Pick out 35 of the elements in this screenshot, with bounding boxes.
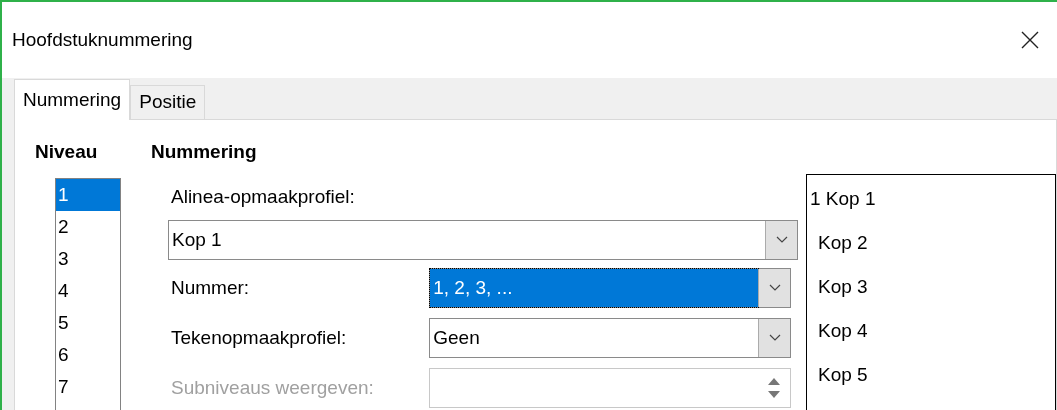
dropdown-toggle[interactable] xyxy=(758,269,790,307)
dropdown-toggle[interactable] xyxy=(758,319,790,357)
section-heading: Nummering xyxy=(151,140,258,164)
combo-value: Kop 1 xyxy=(171,227,223,252)
level-item[interactable]: 2 xyxy=(56,210,120,243)
level-heading: Niveau xyxy=(35,140,99,164)
field-label: Tekenopmaakprofiel: xyxy=(171,325,348,350)
level-item[interactable]: 6 xyxy=(56,338,120,371)
tab[interactable]: Positie xyxy=(130,85,206,119)
preview-heading: Kop 3 xyxy=(817,275,869,299)
dropdown-toggle[interactable] xyxy=(765,221,797,259)
level-item[interactable]: 1 xyxy=(56,178,120,211)
spin-up-icon[interactable] xyxy=(768,378,780,385)
window-title: Hoofdstuknummering xyxy=(12,27,193,52)
combo-value: Geen xyxy=(432,325,481,350)
preview-heading: Kop 2 xyxy=(817,231,869,255)
level-item[interactable]: 5 xyxy=(56,306,120,339)
close-icon xyxy=(1021,31,1039,49)
paragraph-style-dropdown[interactable]: Kop 1 xyxy=(168,220,798,260)
chevron-down-icon xyxy=(775,236,788,244)
character-style-dropdown[interactable]: Geen xyxy=(429,318,791,358)
field-label: Alinea-opmaakprofiel: xyxy=(171,184,356,209)
tab[interactable]: Nummering xyxy=(14,79,131,120)
level-item[interactable]: 7 xyxy=(56,370,120,403)
preview-heading: 1 Kop 1 xyxy=(809,187,877,211)
field-label: Subniveaus weergeven: xyxy=(171,375,375,400)
chevron-down-icon xyxy=(768,284,781,292)
spin-down-icon[interactable] xyxy=(768,391,780,398)
preview-heading: Kop 5 xyxy=(817,363,869,387)
chevron-down-icon xyxy=(768,334,781,342)
preview-heading: Kop 4 xyxy=(817,319,869,343)
sublevels-spin-field[interactable] xyxy=(429,368,791,408)
field-label: Nummer: xyxy=(171,275,251,300)
level-item[interactable]: 3 xyxy=(56,242,120,275)
level-item[interactable]: 4 xyxy=(56,274,120,307)
